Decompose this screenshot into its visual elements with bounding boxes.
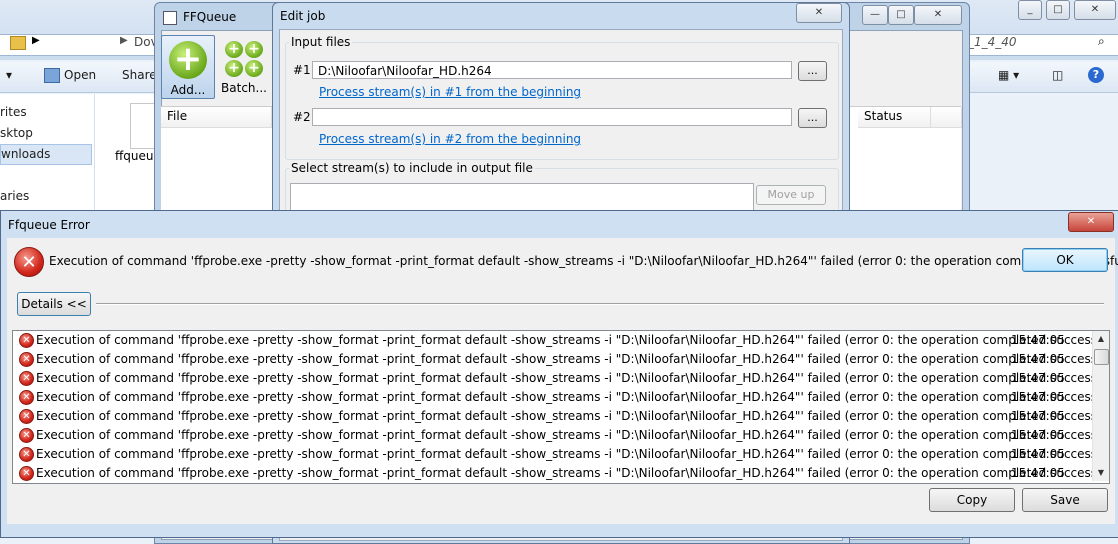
log-time: 15:47:05	[1011, 466, 1065, 480]
divider	[96, 303, 1104, 305]
input-files-label: Input files	[289, 35, 353, 49]
app-icon	[163, 11, 177, 25]
log-time: 15:47:05	[1011, 352, 1065, 366]
file-label[interactable]: ffqueu	[115, 149, 153, 163]
nav-item-downloads[interactable]: wnloads	[0, 144, 92, 165]
log-time: 15:47:05	[1011, 390, 1065, 404]
error-dialog-title: Ffqueue Error	[8, 218, 90, 232]
log-message: Execution of command 'ffprobe.exe -prett…	[36, 333, 1110, 347]
error-icon: ✕	[19, 409, 34, 424]
help-icon[interactable]: ?	[1088, 67, 1104, 83]
preview-pane-icon[interactable]: ◫	[1052, 68, 1063, 82]
breadcrumb-chevron-icon[interactable]: ▶	[120, 35, 128, 46]
folder-icon	[10, 36, 26, 50]
log-message: Execution of command 'ffprobe.exe -prett…	[36, 466, 1110, 480]
ffqueue-minimize-button[interactable]: —	[862, 5, 888, 25]
views-icon[interactable]: ▦ ▾	[998, 68, 1019, 82]
log-scrollbar[interactable]: ▲ ▼	[1092, 331, 1109, 481]
save-button[interactable]: Save	[1022, 488, 1108, 512]
log-time: 15:47:05	[1011, 371, 1065, 385]
ok-button[interactable]: OK	[1022, 248, 1108, 272]
open-button[interactable]: Open	[64, 68, 96, 82]
scroll-up-icon[interactable]: ▲	[1093, 331, 1109, 347]
breadcrumb-chevron-icon[interactable]: ▶	[32, 35, 40, 46]
edit-job-title: Edit job	[280, 9, 326, 23]
ffqueue-maximize-button[interactable]: □	[888, 5, 914, 25]
input-index-1: #1	[293, 63, 311, 77]
details-button[interactable]: Details <<	[17, 292, 91, 316]
edit-job-close-button[interactable]: ✕	[796, 3, 842, 23]
column-header-extra[interactable]	[931, 107, 962, 128]
log-time: 15:47:05	[1011, 409, 1065, 423]
column-header-file[interactable]: File	[161, 107, 272, 128]
error-icon: ✕	[19, 447, 34, 462]
search-icon[interactable]: ⌕	[1098, 34, 1105, 49]
select-streams-label: Select stream(s) to include in output fi…	[289, 161, 535, 175]
error-log-list[interactable]: ✕ Execution of command 'ffprobe.exe -pre…	[12, 330, 1110, 484]
nav-item-favorites[interactable]: rites	[0, 105, 27, 119]
process-stream-link-1[interactable]: Process stream(s) in #1 from the beginni…	[319, 85, 581, 99]
log-message: Execution of command 'ffprobe.exe -prett…	[36, 390, 1110, 404]
batch-button[interactable]: + + + + Batch...	[218, 35, 270, 97]
add-label: Add...	[170, 83, 206, 97]
error-icon: ✕	[19, 390, 34, 405]
move-up-button[interactable]: Move up	[756, 185, 826, 205]
log-message: Execution of command 'ffprobe.exe -prett…	[36, 371, 1110, 385]
log-time: 15:47:05	[1011, 447, 1065, 461]
scroll-thumb[interactable]	[1094, 349, 1109, 365]
browse-button-1[interactable]: ...	[798, 61, 827, 81]
log-message: Execution of command 'ffprobe.exe -prett…	[36, 428, 1110, 442]
column-header-status[interactable]: Status	[858, 107, 931, 128]
error-icon: ✕	[19, 466, 34, 481]
toolbar-dropdown-icon[interactable]: ▾	[6, 68, 12, 82]
error-message: Execution of command 'ffprobe.exe -prett…	[49, 254, 1118, 268]
open-icon	[44, 68, 60, 83]
scroll-down-icon[interactable]: ▼	[1093, 465, 1109, 481]
log-message: Execution of command 'ffprobe.exe -prett…	[36, 447, 1110, 461]
explorer-close-button[interactable]: ✕	[1074, 0, 1116, 20]
streams-list[interactable]	[290, 183, 754, 213]
add-button[interactable]: + Add...	[161, 35, 215, 99]
error-icon: ✕	[19, 428, 34, 443]
error-icon: ✕	[19, 333, 34, 348]
process-stream-link-2[interactable]: Process stream(s) in #2 from the beginni…	[319, 132, 581, 146]
add-icon: +	[169, 41, 207, 79]
nav-item-libraries[interactable]: aries	[0, 189, 29, 203]
log-time: 15:47:05	[1011, 428, 1065, 442]
error-icon: ✕	[19, 371, 34, 386]
share-button[interactable]: Share	[122, 68, 157, 82]
log-message: Execution of command 'ffprobe.exe -prett…	[36, 352, 1110, 366]
error-icon: ✕	[19, 352, 34, 367]
search-input[interactable]: _1_4_40	[968, 35, 1017, 49]
batch-icon: + + + +	[225, 41, 263, 77]
explorer-minimize-button[interactable]: _	[1018, 0, 1042, 20]
ffqueue-title: FFQueue	[183, 10, 237, 24]
browse-button-2[interactable]: ...	[798, 108, 827, 128]
copy-button[interactable]: Copy	[929, 488, 1015, 512]
input-index-2: #2	[293, 110, 311, 124]
input-path-2[interactable]	[312, 108, 792, 126]
batch-label: Batch...	[221, 81, 267, 95]
ffqueue-close-button[interactable]: ✕	[914, 5, 962, 25]
log-time: 15:47:05	[1011, 333, 1065, 347]
error-close-button[interactable]: ✕	[1068, 212, 1114, 232]
input-path-1[interactable]: D:\Niloofar\Niloofar_HD.h264	[312, 61, 792, 79]
explorer-maximize-button[interactable]: □	[1046, 0, 1070, 20]
log-message: Execution of command 'ffprobe.exe -prett…	[36, 409, 1110, 423]
error-icon: ✕	[14, 247, 44, 277]
nav-item-desktop[interactable]: sktop	[0, 126, 33, 140]
